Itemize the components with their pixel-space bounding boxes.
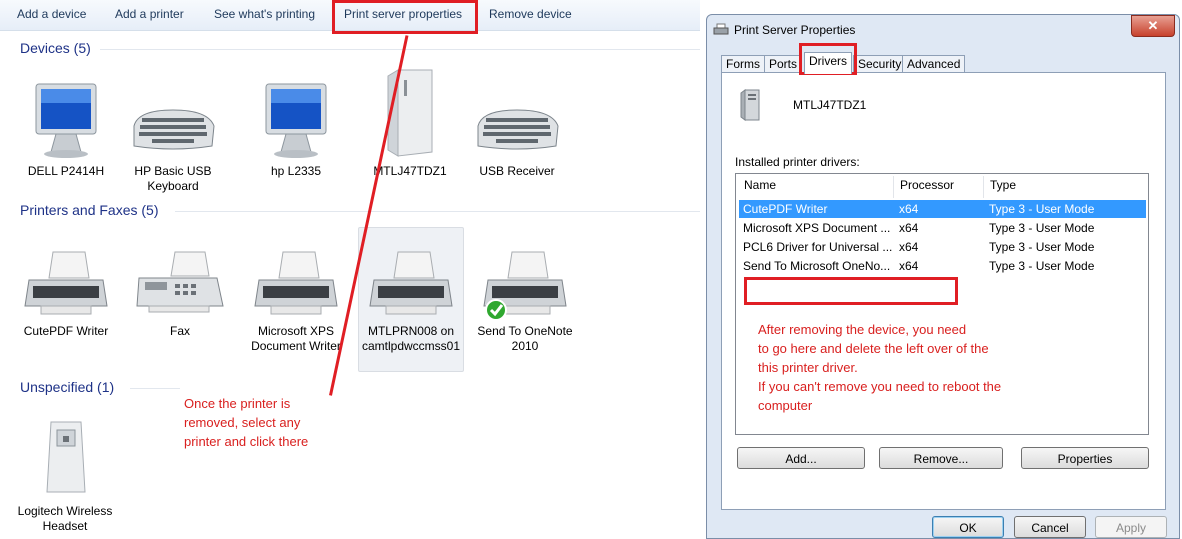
driver-processor: x64: [899, 221, 919, 235]
add-driver-button[interactable]: Add...: [737, 447, 865, 469]
printer-item[interactable]: Microsoft XPS Document Writer: [246, 248, 346, 354]
ok-button[interactable]: OK: [932, 516, 1004, 538]
printer-label: CutePDF Writer: [23, 324, 109, 338]
highlight-print-server-properties: [332, 0, 478, 34]
highlight-removed-driver: [744, 277, 958, 305]
section-printers-header[interactable]: Printers and Faxes (5): [20, 202, 159, 218]
remove-device-button[interactable]: Remove device: [489, 7, 572, 21]
annotation-line: removed, select any: [184, 415, 301, 430]
device-item[interactable]: Logitech Wireless Headset: [15, 416, 115, 534]
installed-drivers-list[interactable]: Name Processor Type CutePDF Writer x64 T…: [735, 173, 1149, 435]
printer-item[interactable]: Fax: [130, 248, 230, 339]
printer-icon: [254, 251, 338, 315]
section-unspecified-header[interactable]: Unspecified (1): [20, 379, 114, 395]
printer-label: Microsoft XPS Document Writer: [251, 324, 341, 353]
printer-icon: [713, 23, 729, 35]
driver-name: CutePDF Writer: [743, 202, 828, 216]
installed-drivers-label: Installed printer drivers:: [735, 155, 860, 169]
headset-receiver-icon: [46, 421, 86, 493]
driver-name: Send To Microsoft OneNo...: [743, 259, 891, 273]
column-header-type[interactable]: Type: [990, 178, 1016, 192]
close-button[interactable]: ✕: [1131, 15, 1175, 37]
device-item[interactable]: hp L2335: [246, 82, 346, 179]
tab-advanced[interactable]: Advanced: [902, 55, 966, 73]
annotation-line: to go here and delete the left over of t…: [758, 341, 989, 356]
device-item[interactable]: USB Receiver: [467, 82, 567, 179]
annotation-line: Once the printer is: [184, 396, 291, 411]
add-device-button[interactable]: Add a device: [17, 7, 86, 21]
printer-label: MTLPRN008 on camtlpdwccmss01: [361, 324, 461, 353]
device-label: Logitech Wireless Headset: [17, 504, 113, 533]
device-item[interactable]: HP Basic USB Keyboard: [123, 82, 223, 194]
monitor-icon: [265, 83, 327, 158]
section-divider: [130, 388, 180, 389]
dialog-title: Print Server Properties: [734, 23, 856, 37]
device-label: hp L2335: [270, 164, 322, 178]
keyboard-icon: [477, 109, 559, 150]
print-server-properties-dialog: Print Server Properties ✕ Forms Ports Dr…: [706, 14, 1180, 539]
column-header-processor[interactable]: Processor: [900, 178, 954, 192]
section-divider: [100, 49, 700, 50]
see-whats-printing-button[interactable]: See what's printing: [214, 7, 315, 21]
driver-row[interactable]: PCL6 Driver for Universal ... x64 Type 3…: [739, 238, 1146, 256]
driver-row-selected[interactable]: CutePDF Writer x64 Type 3 - User Mode: [739, 200, 1146, 218]
device-label: DELL P2414H: [27, 164, 105, 178]
driver-processor: x64: [899, 202, 919, 216]
server-icon: [740, 89, 760, 121]
tab-ports[interactable]: Ports: [764, 55, 803, 73]
driver-type: Type 3 - User Mode: [989, 259, 1095, 273]
driver-row[interactable]: Send To Microsoft OneNo... x64 Type 3 - …: [739, 257, 1146, 275]
printer-item[interactable]: CutePDF Writer: [16, 248, 116, 339]
tab-security[interactable]: Security: [853, 55, 907, 73]
fax-icon: [136, 251, 224, 313]
tab-drivers[interactable]: Drivers: [804, 52, 852, 74]
device-label: HP Basic USB Keyboard: [134, 164, 212, 193]
column-divider: [893, 176, 894, 198]
driver-type: Type 3 - User Mode: [989, 240, 1095, 254]
driver-row[interactable]: Microsoft XPS Document ... x64 Type 3 - …: [739, 219, 1146, 237]
column-header-name[interactable]: Name: [744, 178, 776, 192]
section-divider: [175, 211, 700, 212]
driver-properties-button[interactable]: Properties: [1021, 447, 1149, 469]
printer-item[interactable]: Send To OneNote 2010: [475, 248, 575, 354]
keyboard-icon: [133, 109, 215, 150]
device-item[interactable]: MTLJ47TDZ1: [360, 66, 460, 179]
add-printer-button[interactable]: Add a printer: [115, 7, 184, 21]
server-name: MTLJ47TDZ1: [793, 98, 867, 112]
driver-name: PCL6 Driver for Universal ...: [743, 240, 893, 254]
device-label: USB Receiver: [479, 164, 555, 178]
apply-button[interactable]: Apply: [1095, 516, 1167, 538]
printer-item-selected[interactable]: MTLPRN008 on camtlpdwccmss01: [358, 227, 464, 372]
annotation-line: this printer driver.: [758, 360, 858, 375]
section-devices-header[interactable]: Devices (5): [20, 40, 91, 56]
cancel-button[interactable]: Cancel: [1014, 516, 1086, 538]
annotation-line: printer and click there: [184, 434, 309, 449]
column-divider: [983, 176, 984, 198]
annotation-left: Once the printer is removed, select any …: [184, 394, 308, 451]
printer-label: Fax: [169, 324, 190, 338]
annotation-line: computer: [758, 398, 813, 413]
driver-name: Microsoft XPS Document ...: [743, 221, 891, 235]
printer-icon: [24, 251, 108, 315]
tab-forms[interactable]: Forms: [721, 55, 765, 73]
annotation-line: After removing the device, you need: [758, 322, 967, 337]
annotation-right: After removing the device, you need to g…: [758, 320, 1138, 415]
driver-processor: x64: [899, 259, 919, 273]
remove-driver-button[interactable]: Remove...: [879, 447, 1003, 469]
driver-type: Type 3 - User Mode: [989, 221, 1095, 235]
driver-type: Type 3 - User Mode: [989, 202, 1095, 216]
printer-label: Send To OneNote 2010: [477, 324, 573, 353]
driver-processor: x64: [899, 240, 919, 254]
monitor-icon: [35, 83, 97, 158]
printer-default-icon: [483, 251, 567, 320]
printer-icon: [369, 251, 453, 315]
device-item[interactable]: DELL P2414H: [16, 82, 116, 179]
annotation-line: If you can't remove you need to reboot t…: [758, 379, 1002, 394]
